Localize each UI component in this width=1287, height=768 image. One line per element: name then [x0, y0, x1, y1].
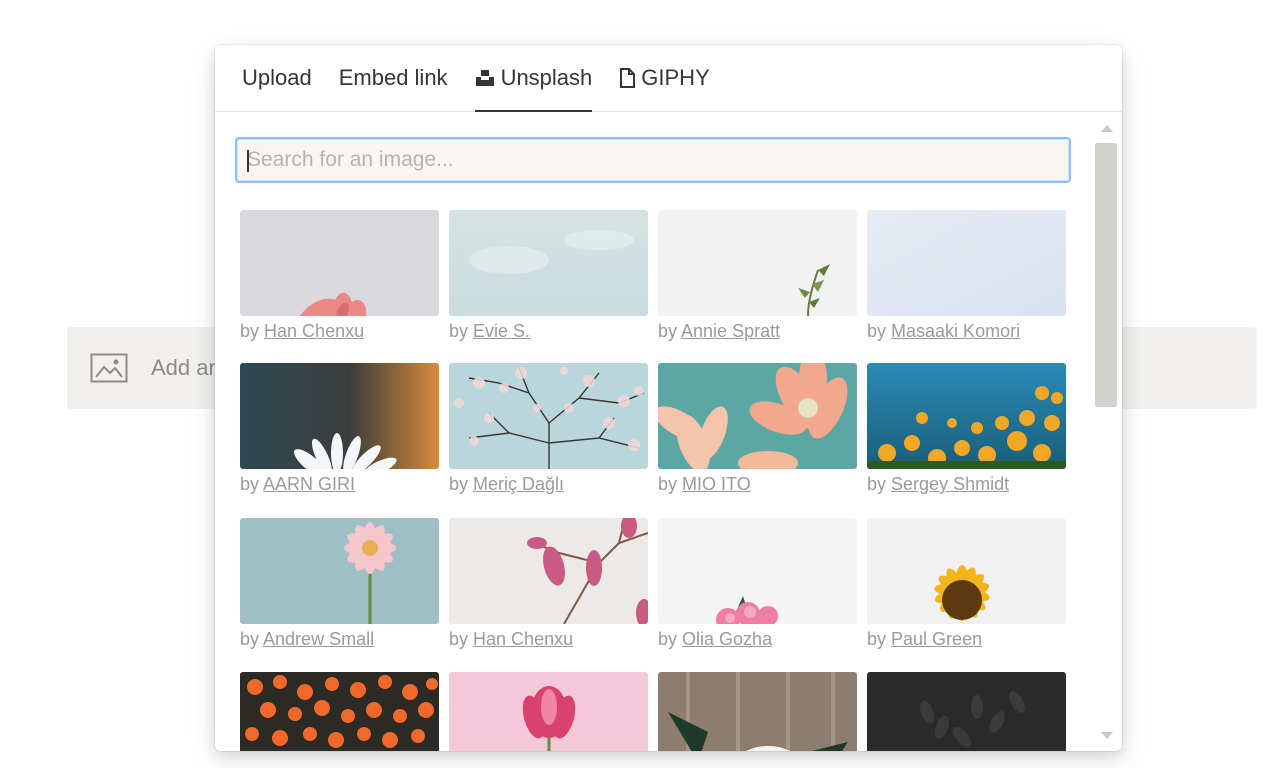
credit-prefix: by — [449, 629, 469, 649]
tab-upload[interactable]: Upload — [242, 45, 312, 111]
author-link[interactable]: MIO ITO — [682, 474, 751, 494]
credit-prefix: by — [658, 474, 678, 494]
photo-credit: by AARN GIRI — [240, 474, 439, 495]
photo-card[interactable] — [658, 672, 857, 751]
author-link[interactable]: Sergey Shmidt — [891, 474, 1009, 494]
scroll-down-arrow-icon[interactable] — [1101, 732, 1113, 739]
photo-credit: by Evie S. — [449, 321, 648, 342]
author-link[interactable]: Han Chenxu — [264, 321, 364, 341]
photo-thumbnail[interactable] — [867, 363, 1066, 469]
credit-prefix: by — [240, 474, 260, 494]
photo-card[interactable] — [240, 672, 439, 751]
photo-thumbnail[interactable] — [658, 210, 857, 316]
credit-prefix: by — [449, 321, 469, 341]
photo-thumbnail[interactable] — [240, 672, 439, 751]
photo-thumbnail[interactable] — [658, 672, 857, 751]
author-link[interactable]: Evie S. — [473, 321, 530, 341]
photo-thumbnail[interactable] — [240, 363, 439, 469]
credit-prefix: by — [867, 629, 887, 649]
tab-label: Upload — [242, 65, 312, 90]
photo-card[interactable]: by Evie S. — [449, 210, 648, 342]
photo-card[interactable]: by AARN GIRI — [240, 363, 439, 495]
tab-giphy[interactable]: GIPHY — [619, 45, 710, 111]
image-icon — [89, 352, 129, 384]
photo-credit: by Han Chenxu — [240, 321, 439, 342]
text-cursor — [247, 150, 249, 172]
photo-card[interactable]: by Andrew Small — [240, 518, 439, 650]
photo-credit: by Sergey Shmidt — [867, 474, 1066, 495]
photo-card[interactable]: by Han Chenxu — [240, 210, 439, 342]
scroll-up-arrow-icon[interactable] — [1101, 125, 1113, 132]
author-link[interactable]: Paul Green — [891, 629, 982, 649]
credit-prefix: by — [658, 629, 678, 649]
photo-thumbnail[interactable] — [867, 672, 1066, 751]
photo-credit: by Masaaki Komori — [867, 321, 1066, 342]
photo-thumbnail[interactable] — [240, 518, 439, 624]
credit-prefix: by — [240, 321, 260, 341]
tab-embed-link[interactable]: Embed link — [339, 45, 448, 111]
photo-thumbnail[interactable] — [449, 518, 648, 624]
photo-thumbnail[interactable] — [449, 210, 648, 316]
author-link[interactable]: Andrew Small — [263, 629, 374, 649]
author-link[interactable]: Annie Spratt — [681, 321, 780, 341]
photo-card[interactable] — [867, 672, 1066, 751]
photo-credit: by Annie Spratt — [658, 321, 857, 342]
author-link[interactable]: Masaaki Komori — [891, 321, 1020, 341]
photo-credit: by Meriç Dağlı — [449, 474, 648, 495]
photo-card[interactable]: by MIO ITO — [658, 363, 857, 495]
photo-credit: by Paul Green — [867, 629, 1066, 650]
tab-label: GIPHY — [641, 65, 710, 90]
photo-card[interactable]: by Masaaki Komori — [867, 210, 1066, 342]
photo-credit: by MIO ITO — [658, 474, 857, 495]
photo-card[interactable]: by Sergey Shmidt — [867, 363, 1066, 495]
unsplash-icon — [475, 69, 495, 87]
author-link[interactable]: Han Chenxu — [473, 629, 573, 649]
tab-label: Unsplash — [500, 65, 593, 90]
author-link[interactable]: AARN GIRI — [263, 474, 355, 494]
credit-prefix: by — [240, 629, 260, 649]
photo-card[interactable]: by Paul Green — [867, 518, 1066, 650]
tab-label: Embed link — [338, 65, 448, 90]
photo-card[interactable]: by Meriç Dağlı — [449, 363, 648, 495]
tab-bar: Upload Embed link Unsplash GIPHY — [215, 45, 1122, 112]
author-link[interactable]: Meriç Dağlı — [473, 474, 564, 494]
photo-credit: by Han Chenxu — [449, 629, 648, 650]
credit-prefix: by — [867, 474, 887, 494]
photo-thumbnail[interactable] — [240, 210, 439, 316]
credit-prefix: by — [658, 321, 678, 341]
photo-thumbnail[interactable] — [449, 363, 648, 469]
photo-thumbnail[interactable] — [867, 210, 1066, 316]
author-link[interactable]: Olia Gozha — [682, 629, 772, 649]
photo-card[interactable]: by Annie Spratt — [658, 210, 857, 342]
photo-credit: by Olia Gozha — [658, 629, 857, 650]
credit-prefix: by — [449, 474, 469, 494]
photo-thumbnail[interactable] — [867, 518, 1066, 624]
scrollbar-thumb[interactable] — [1095, 143, 1117, 407]
photo-card[interactable]: by Han Chenxu — [449, 518, 648, 650]
scrollbar[interactable] — [1095, 125, 1117, 745]
file-icon — [619, 68, 636, 88]
photo-thumbnail[interactable] — [658, 363, 857, 469]
credit-prefix: by — [867, 321, 887, 341]
tab-unsplash[interactable]: Unsplash — [474, 45, 593, 112]
photo-card[interactable] — [449, 672, 648, 751]
photo-thumbnail[interactable] — [449, 672, 648, 751]
photo-thumbnail[interactable] — [658, 518, 857, 624]
search-input[interactable] — [237, 139, 1069, 181]
image-search-box[interactable] — [235, 137, 1071, 183]
photo-card[interactable]: by Olia Gozha — [658, 518, 857, 650]
photo-credit: by Andrew Small — [240, 629, 439, 650]
image-picker-popover: Upload Embed link Unsplash GIPHY Search … — [215, 45, 1122, 751]
